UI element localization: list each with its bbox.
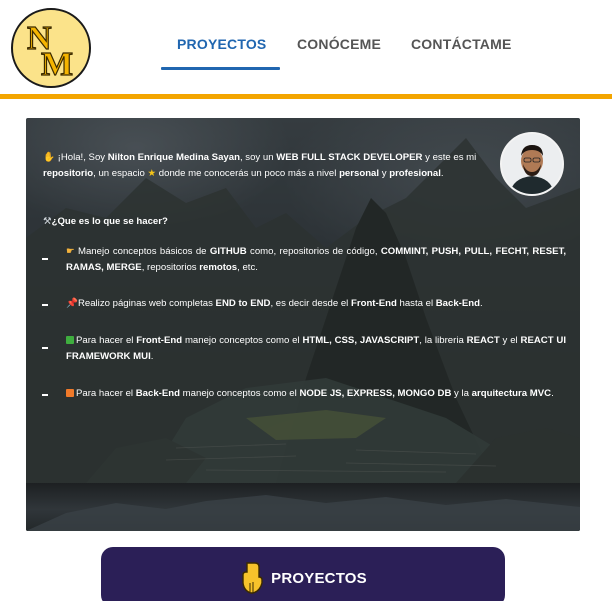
list-bullet	[42, 304, 48, 306]
list-bullet	[42, 394, 48, 396]
hero-bottom-strip	[26, 483, 580, 531]
projects-button-label: PROYECTOS	[271, 570, 367, 587]
orange-book-icon	[66, 389, 74, 397]
site-header: N M PROYECTOS CONÓCEME CONTÁCTAME	[0, 0, 612, 94]
profile-avatar	[500, 132, 564, 196]
nav-contactame[interactable]: CONTÁCTAME	[411, 36, 512, 70]
pointing-down-hand-icon	[242, 562, 263, 594]
mountain-silhouette	[26, 495, 580, 531]
tools-icon: ⚒	[43, 216, 52, 227]
main-nav: PROYECTOS CONÓCEME CONTÁCTAME	[0, 36, 612, 72]
waving-hand-icon: ✋	[43, 152, 55, 163]
star-icon: ★	[147, 168, 157, 179]
skills-heading: ⚒¿Que es lo que se hacer?	[43, 216, 168, 227]
list-bullet	[42, 347, 48, 349]
pushpin-icon: 📌	[66, 298, 78, 309]
profile-photo	[502, 134, 562, 194]
nav-proyectos[interactable]: PROYECTOS	[177, 36, 266, 70]
about-hero-card: ✋ ¡Hola!, Soy Nilton Enrique Medina Saya…	[26, 118, 580, 531]
nav-active-indicator	[161, 67, 280, 70]
projects-button[interactable]: PROYECTOS	[101, 547, 505, 601]
intro-paragraph: ✋ ¡Hola!, Soy Nilton Enrique Medina Saya…	[43, 152, 477, 179]
nav-coneceme[interactable]: CONÓCEME	[297, 36, 381, 70]
list-bullet	[42, 258, 48, 260]
green-book-icon	[66, 336, 74, 344]
pointing-hand-icon: ☛	[66, 246, 75, 257]
header-accent-bar	[0, 94, 612, 99]
